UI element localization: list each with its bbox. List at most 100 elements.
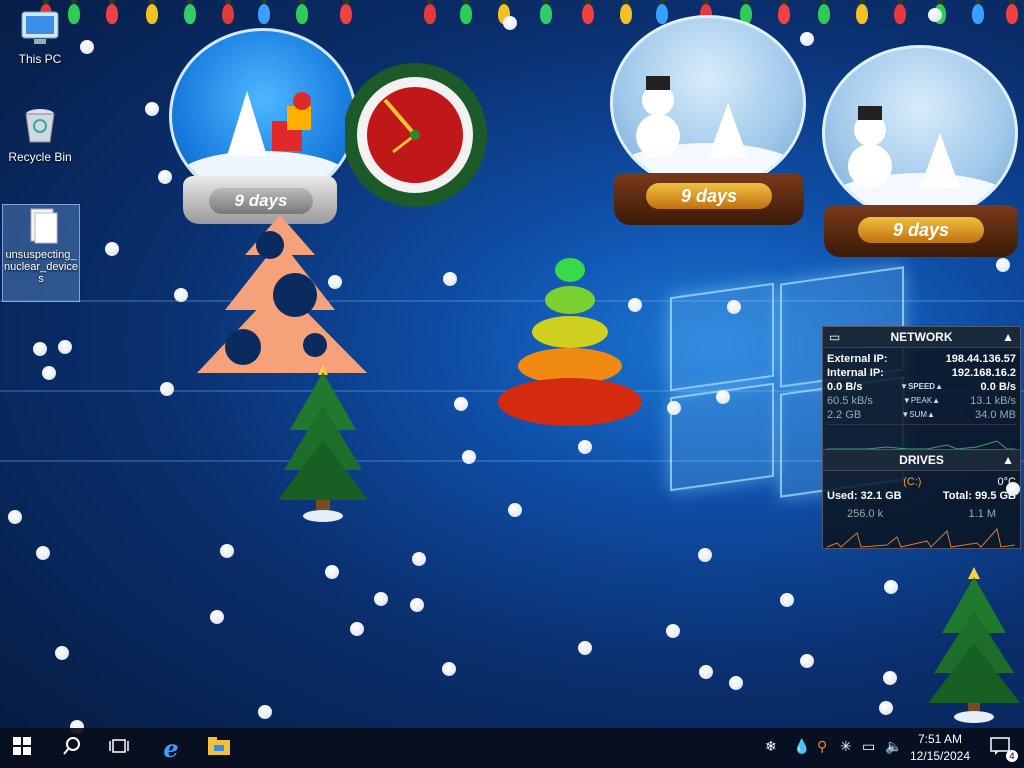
search-button[interactable] bbox=[50, 728, 94, 768]
peak-label: ▼PEAK▲ bbox=[902, 396, 941, 405]
snowflake bbox=[883, 671, 897, 685]
snowflake bbox=[508, 503, 522, 517]
external-ip-value: 198.44.136.57 bbox=[945, 353, 1016, 365]
clock-date: 12/15/2024 bbox=[909, 749, 971, 763]
snowflake bbox=[58, 340, 72, 354]
christmas-tree-green bbox=[278, 360, 368, 525]
desktop-icon-recycle-bin[interactable]: Recycle Bin bbox=[2, 106, 78, 164]
snowflake bbox=[33, 342, 47, 356]
snowflake bbox=[158, 170, 172, 184]
snowflake bbox=[578, 641, 592, 655]
snowflake bbox=[727, 300, 741, 314]
snowflake bbox=[780, 593, 794, 607]
snowflake bbox=[412, 552, 426, 566]
network-tray-icon[interactable]: ▭ bbox=[862, 738, 875, 755]
snowflake bbox=[350, 622, 364, 636]
internet-explorer-icon: e bbox=[163, 733, 179, 763]
magnifier-tray-icon[interactable]: ⚲ bbox=[817, 738, 827, 755]
christmas-tree-corner bbox=[928, 565, 1020, 725]
drives-widget: DRIVES ▲ (C:) 0°C Used: 32.1 GB Total: 9… bbox=[822, 449, 1021, 549]
network-graph bbox=[827, 424, 1016, 451]
file-explorer-button[interactable] bbox=[197, 728, 241, 768]
countdown-label: 9 days bbox=[646, 183, 772, 209]
desktop-icon-this-pc[interactable]: This PC bbox=[2, 8, 78, 66]
speed-label: ▼SPEED▲ bbox=[900, 382, 943, 391]
snowflake bbox=[800, 32, 814, 46]
spiral-christmas-tree bbox=[485, 250, 655, 445]
snowflake bbox=[410, 598, 424, 612]
snowflake bbox=[800, 654, 814, 668]
sum-label: ▼SUM▲ bbox=[901, 410, 935, 419]
taskbar: e ❄ 💧 ⚲ ✳ ▭ 🔈 7:51 AM 12/15/2024 4 bbox=[0, 728, 1024, 768]
snowflake bbox=[210, 610, 224, 624]
snowflake bbox=[462, 450, 476, 464]
snowflake bbox=[503, 16, 517, 30]
drive-activity-graph bbox=[826, 523, 1016, 549]
snowflake bbox=[145, 102, 159, 116]
snowflake bbox=[578, 440, 592, 454]
snowflake bbox=[628, 298, 642, 312]
drive-letter: (C:) bbox=[903, 476, 922, 488]
snowflake bbox=[884, 580, 898, 594]
snowflake bbox=[325, 565, 339, 579]
notifications-button[interactable]: 4 bbox=[978, 728, 1022, 768]
christmas-clock-widget bbox=[343, 40, 505, 210]
droplet-tray-icon[interactable]: 💧 bbox=[793, 738, 810, 755]
snowflake bbox=[996, 258, 1010, 272]
notifications-badge: 4 bbox=[1006, 749, 1018, 762]
snowflake bbox=[443, 272, 457, 286]
internal-ip-value: 192.168.16.2 bbox=[951, 367, 1016, 379]
drive-write: 1.1 M bbox=[968, 508, 996, 520]
speed-upload: 0.0 B/s bbox=[980, 381, 1016, 393]
peak-upload: 13.1 kB/s bbox=[970, 395, 1016, 407]
snowflake bbox=[454, 397, 468, 411]
snowflake bbox=[716, 390, 730, 404]
network-widget: ▭ NETWORK ▲ External IP: 198.44.136.57 I… bbox=[822, 326, 1021, 450]
sparkle-tray-icon[interactable]: ✳ bbox=[840, 738, 852, 755]
network-widget-header: ▭ NETWORK ▲ bbox=[823, 327, 1020, 348]
clock[interactable]: 7:51 AM 12/15/2024 bbox=[900, 731, 980, 765]
snowflake bbox=[667, 401, 681, 415]
recycle-bin-icon bbox=[18, 106, 62, 146]
collapse-icon[interactable]: ▲ bbox=[1002, 450, 1014, 470]
snowflake bbox=[1006, 482, 1020, 496]
network-icon: ▭ bbox=[829, 330, 841, 344]
snow-globe-middle: 9 days bbox=[608, 15, 808, 230]
peak-download: 60.5 kB/s bbox=[827, 395, 873, 407]
snowflake bbox=[55, 646, 69, 660]
snowflake-tray-icon[interactable]: ❄ bbox=[765, 738, 777, 755]
snowflake bbox=[666, 624, 680, 638]
snowflake bbox=[699, 665, 713, 679]
snowflake bbox=[928, 8, 942, 22]
countdown-label: 9 days bbox=[209, 188, 313, 214]
monitor-icon bbox=[18, 8, 62, 48]
internal-ip-label: Internal IP: bbox=[827, 367, 884, 379]
task-view-button[interactable] bbox=[97, 728, 141, 768]
snowflake bbox=[879, 701, 893, 715]
snowflake bbox=[442, 662, 456, 676]
countdown-label: 9 days bbox=[858, 217, 984, 243]
snow-globe-left: 9 days bbox=[165, 28, 357, 228]
task-view-icon bbox=[109, 738, 129, 759]
desktop-icon-label: Recycle Bin bbox=[8, 150, 72, 164]
snowflake bbox=[80, 40, 94, 54]
snowflake bbox=[42, 366, 56, 380]
snowflake bbox=[328, 275, 342, 289]
snowflake bbox=[160, 382, 174, 396]
start-button[interactable] bbox=[0, 728, 44, 768]
collapse-icon[interactable]: ▲ bbox=[1002, 327, 1014, 347]
paper-christmas-tree bbox=[195, 215, 370, 375]
desktop-icon-label: unsuspecting_nuclear_devices bbox=[4, 249, 78, 285]
internet-explorer-button[interactable]: e bbox=[149, 728, 193, 768]
clock-time: 7:51 AM bbox=[917, 732, 963, 746]
snowflake bbox=[8, 510, 22, 524]
snowflake bbox=[174, 288, 188, 302]
desktop-icon-file[interactable]: unsuspecting_nuclear_devices bbox=[2, 204, 80, 302]
snow-globe-right: 9 days bbox=[820, 45, 1020, 260]
drive-total: Total: 99.5 GB bbox=[942, 490, 1016, 502]
snowflake bbox=[105, 242, 119, 256]
file-icon bbox=[19, 205, 63, 245]
drive-read: 256.0 k bbox=[847, 508, 884, 520]
external-ip-label: External IP: bbox=[827, 353, 888, 365]
sum-download: 2.2 GB bbox=[827, 409, 862, 421]
